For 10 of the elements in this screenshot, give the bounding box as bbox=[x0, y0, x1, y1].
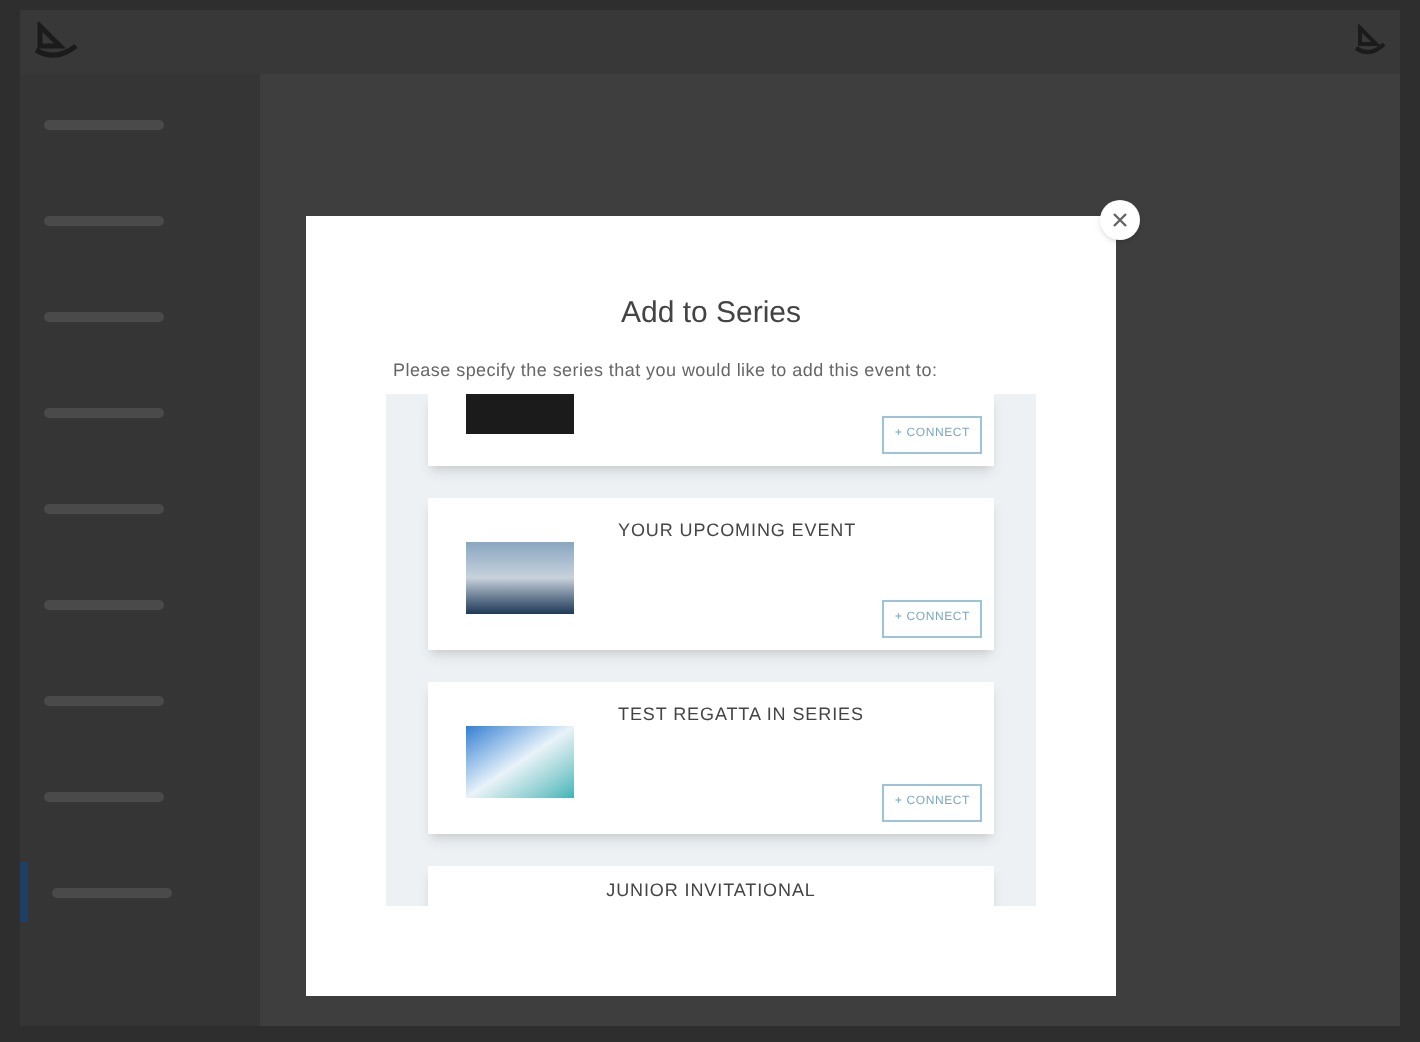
boat-logo-icon bbox=[32, 22, 80, 62]
series-name: TEST REGATTA IN SERIES bbox=[618, 701, 864, 727]
close-icon bbox=[1112, 212, 1128, 228]
series-name: JUNIOR INVITATIONAL bbox=[606, 877, 816, 901]
photo-placeholder bbox=[466, 541, 574, 613]
thumbnail-graphic bbox=[466, 725, 574, 797]
dialog-title: Add to Series bbox=[620, 294, 802, 334]
series-name: YOUR UPCOMING EVENT bbox=[618, 517, 857, 543]
boat-icon[interactable] bbox=[1352, 24, 1388, 60]
dialog-description: Please specify the series that you would like to add this event to: bbox=[393, 357, 940, 381]
